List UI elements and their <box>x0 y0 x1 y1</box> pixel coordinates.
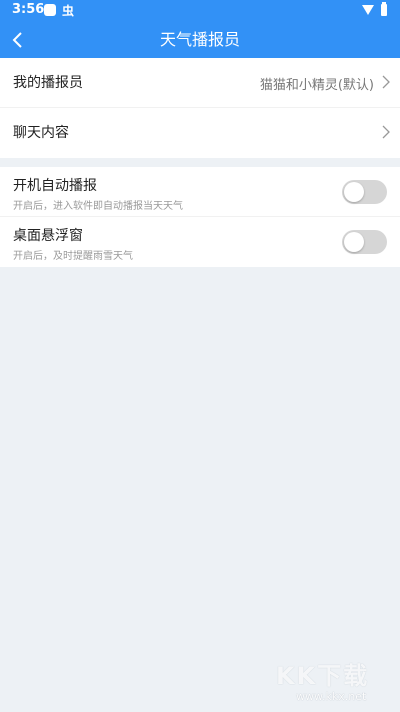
back-button[interactable] <box>4 22 32 58</box>
floating-window-row: 桌面悬浮窗 开启后，及时提醒雨雪天气 <box>0 217 400 267</box>
chat-content-label: 聊天内容 <box>13 125 69 141</box>
chevron-left-icon <box>12 32 22 48</box>
my-broadcaster-label: 我的播报员 <box>13 75 83 91</box>
auto-broadcast-row: 开机自动播报 开启后，进入软件即自动播报当天天气 <box>0 167 400 217</box>
app-icon <box>44 4 56 16</box>
bug-icon: 虫 <box>62 4 75 18</box>
my-broadcaster-value: 猫猫和小精灵(默认) <box>259 78 374 93</box>
status-time: 3:56 <box>12 2 45 17</box>
switch-knob <box>344 232 364 252</box>
status-bar: 3:56 虫 <box>0 0 400 22</box>
floating-window-desc: 开启后，及时提醒雨雪天气 <box>13 251 133 262</box>
watermark-logo: KK下载 <box>276 662 370 690</box>
battery-icon <box>381 2 387 16</box>
auto-broadcast-title: 开机自动播报 <box>13 178 97 194</box>
chevron-right-icon <box>382 75 390 89</box>
auto-broadcast-switch[interactable] <box>342 180 387 204</box>
floating-window-switch[interactable] <box>342 230 387 254</box>
auto-broadcast-desc: 开启后，进入软件即自动播报当天天气 <box>13 201 183 212</box>
page-title: 天气播报员 <box>159 30 240 49</box>
chevron-right-icon <box>382 125 390 139</box>
wifi-icon <box>362 5 374 15</box>
settings-group-broadcaster: 我的播报员 猫猫和小精灵(默认) 聊天内容 <box>0 58 400 158</box>
app-bar: 天气播报员 <box>0 22 400 58</box>
switch-knob <box>344 182 364 202</box>
floating-window-title: 桌面悬浮窗 <box>13 228 83 244</box>
chat-content-row[interactable]: 聊天内容 <box>0 108 400 158</box>
watermark-url: www.kkx.net <box>296 690 367 703</box>
settings-group-toggles: 开机自动播报 开启后，进入软件即自动播报当天天气 桌面悬浮窗 开启后，及时提醒雨… <box>0 167 400 267</box>
my-broadcaster-row[interactable]: 我的播报员 猫猫和小精灵(默认) <box>0 58 400 108</box>
